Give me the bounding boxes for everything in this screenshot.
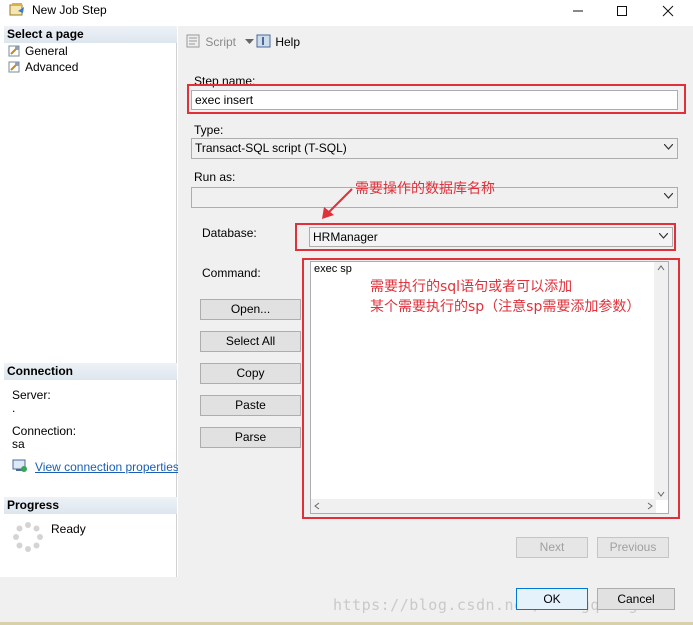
maximize-button[interactable] <box>599 0 645 22</box>
type-select[interactable]: Transact-SQL script (T-SQL) <box>191 138 678 159</box>
open-button[interactable]: Open... <box>200 299 301 320</box>
vertical-scrollbar[interactable] <box>654 262 668 500</box>
horizontal-scrollbar[interactable] <box>311 499 656 513</box>
cancel-button[interactable]: Cancel <box>597 588 675 610</box>
chevron-left-icon <box>314 502 320 510</box>
page-wrench-icon <box>8 61 20 73</box>
connection-value: sa <box>12 437 25 451</box>
help-label: Help <box>275 35 301 49</box>
command-annotation-line1: 需要执行的sql语句或者可以添加 <box>370 279 573 295</box>
connection-header: Connection <box>4 363 177 380</box>
close-button[interactable] <box>645 0 691 22</box>
select-page-header: Select a page <box>4 26 177 43</box>
minimize-icon <box>573 10 583 12</box>
page-item-advanced[interactable]: Advanced <box>8 60 78 76</box>
script-button[interactable]: Script <box>186 34 256 52</box>
page-wrench-icon <box>8 45 20 57</box>
paste-button[interactable]: Paste <box>200 395 301 416</box>
chevron-down-icon <box>664 193 673 199</box>
window-title: New Job Step <box>32 3 107 17</box>
help-icon <box>256 34 271 48</box>
command-text: exec sp <box>314 263 352 275</box>
close-icon <box>662 5 674 17</box>
progress-spinner-icon <box>12 521 44 553</box>
help-button[interactable]: Help <box>256 34 311 52</box>
database-annotation: 需要操作的数据库名称 <box>355 181 495 197</box>
database-select-value: HRManager <box>313 230 378 244</box>
chevron-down-icon <box>245 39 255 44</box>
script-icon <box>186 34 200 48</box>
chevron-right-icon <box>647 502 653 510</box>
database-label: Database: <box>202 226 257 240</box>
page-item-label: Advanced <box>25 60 79 74</box>
view-connection-properties-link[interactable]: View connection properties <box>35 460 179 474</box>
previous-button[interactable]: Previous <box>597 537 669 558</box>
database-select[interactable]: HRManager <box>309 227 673 247</box>
select-all-button[interactable]: Select All <box>200 331 301 352</box>
annotation-arrow-icon <box>322 188 353 219</box>
copy-button[interactable]: Copy <box>200 363 301 384</box>
chevron-up-icon <box>657 265 665 271</box>
command-annotation-line2: 某个需要执行的sp（注意sp需要添加参数） <box>370 299 641 315</box>
server-label: Server: <box>12 388 51 402</box>
server-value: . <box>12 401 16 415</box>
run-as-label: Run as: <box>194 170 236 184</box>
maximize-icon <box>617 6 627 16</box>
chevron-down-icon <box>664 144 673 150</box>
page-item-general[interactable]: General <box>8 44 68 60</box>
parse-button[interactable]: Parse <box>200 427 301 448</box>
command-label: Command: <box>202 266 261 280</box>
progress-status: Ready <box>51 522 86 536</box>
next-button[interactable]: Next <box>516 537 588 558</box>
page-item-label: General <box>25 44 68 58</box>
connection-label: Connection: <box>12 424 77 438</box>
progress-header: Progress <box>4 497 177 514</box>
ok-button[interactable]: OK <box>516 588 588 610</box>
chevron-down-icon <box>659 233 668 239</box>
connection-properties-icon <box>12 459 28 473</box>
chevron-down-icon <box>657 491 665 497</box>
minimize-button[interactable] <box>555 0 601 22</box>
script-label: Script <box>205 35 237 49</box>
app-icon <box>9 3 25 17</box>
type-select-value: Transact-SQL script (T-SQL) <box>195 141 347 155</box>
type-label: Type: <box>194 123 224 137</box>
left-pane <box>4 26 177 577</box>
step-name-input[interactable]: exec insert <box>191 90 678 110</box>
title-bar: New Job Step <box>0 0 693 22</box>
